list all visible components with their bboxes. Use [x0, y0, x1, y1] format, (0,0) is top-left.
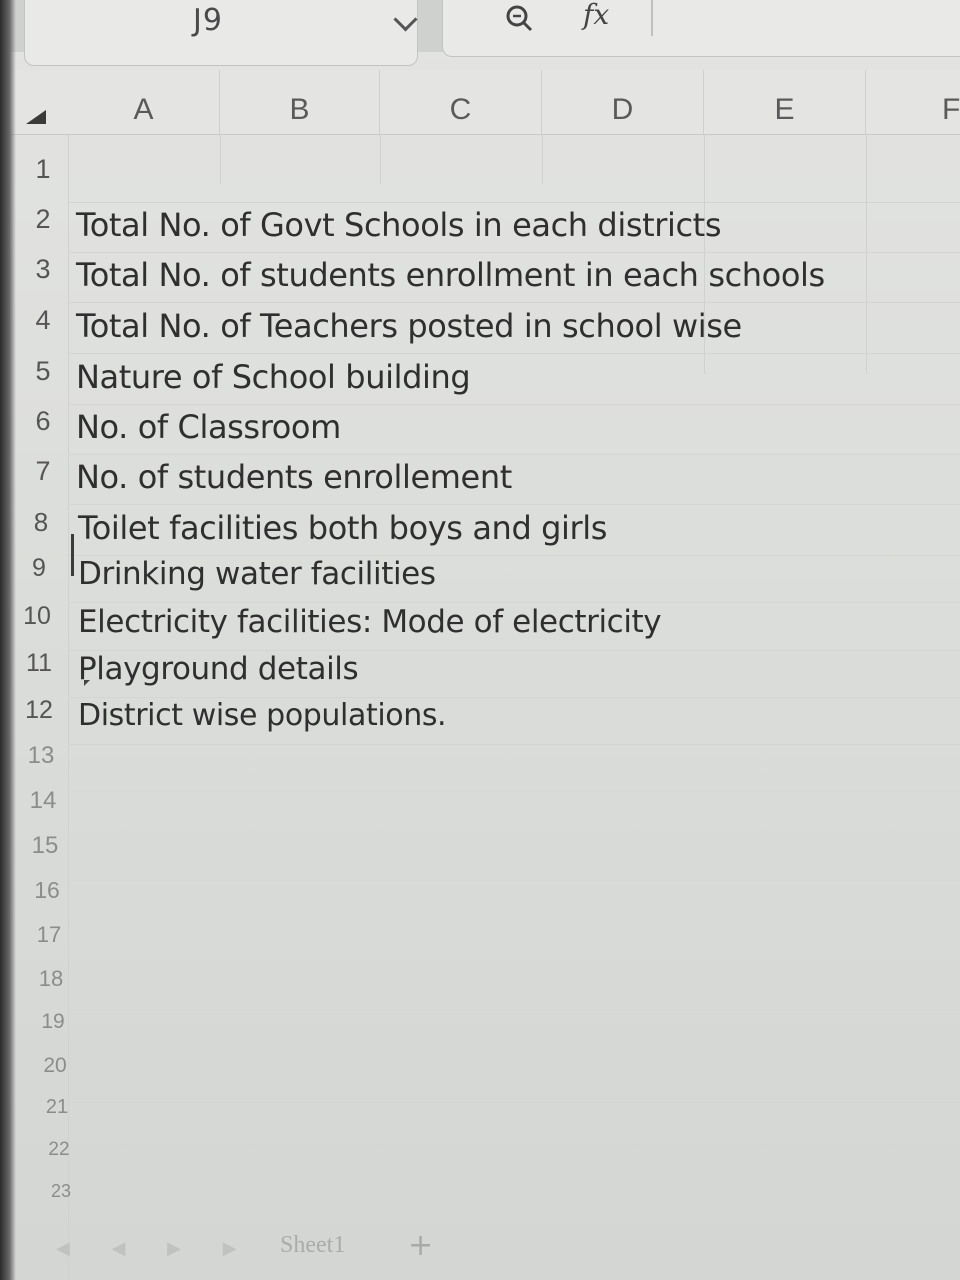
sheet-nav-arrows-icon[interactable]: ◀ ◀ ▶ ▶ [56, 1238, 255, 1259]
table-row[interactable]: 7 No. of students enrollement [0, 456, 960, 505]
column-header-c[interactable]: C [380, 70, 542, 134]
cell-a[interactable]: Drinking water facilities [78, 556, 436, 592]
column-header-f[interactable]: F [866, 70, 960, 134]
row-header[interactable]: 13 [16, 742, 66, 770]
grid-line [68, 302, 960, 303]
row-header[interactable]: 8 [16, 507, 66, 538]
row-header[interactable]: 5 [18, 356, 68, 387]
table-row[interactable]: 15 [0, 832, 960, 881]
row-header[interactable]: 4 [18, 305, 68, 336]
function-icon[interactable]: fx [583, 0, 609, 31]
cell-grid[interactable]: 1 2 Total No. of Govt Schools in each dist… [0, 134, 960, 1280]
row-header[interactable]: 22 [34, 1139, 84, 1161]
grid-line [68, 504, 960, 505]
cell-a[interactable]: Toilet facilities both boys and girls [78, 509, 607, 547]
column-header-row: A B C D E F [0, 70, 960, 135]
row-header[interactable]: 2 [18, 204, 68, 235]
grid-line [68, 353, 960, 354]
screen-bezel [0, 0, 16, 1280]
column-header-b[interactable]: B [220, 70, 380, 134]
table-row[interactable]: 11 Playground details [0, 649, 960, 698]
table-row[interactable]: 8 Toilet facilities both boys and girls [0, 507, 960, 556]
row-header[interactable]: 21 [32, 1096, 82, 1119]
sheet-tab-bar: ◀ ◀ ▶ ▶ Sheet1 + [0, 1220, 960, 1280]
row-header[interactable]: 23 [36, 1181, 86, 1202]
grid-line [68, 454, 960, 455]
table-row[interactable]: 16 [0, 877, 960, 926]
row-header[interactable]: 15 [20, 832, 70, 860]
table-row[interactable]: 4 Total No. of Teachers posted in school … [0, 305, 960, 354]
grid-line [68, 202, 960, 203]
table-row[interactable]: 13 [0, 742, 960, 791]
row-header[interactable]: 19 [28, 1010, 78, 1034]
cell-a[interactable]: Total No. of Teachers posted in school w… [76, 307, 742, 345]
table-row[interactable]: 21 [0, 1096, 960, 1145]
table-row[interactable]: 17 [0, 922, 960, 971]
row-header[interactable]: 17 [24, 922, 74, 948]
formula-bar: J9 fx [0, 0, 960, 66]
cell-a[interactable]: District wise populations. [78, 698, 447, 733]
table-row[interactable]: 14 [0, 787, 960, 836]
row-header[interactable]: 16 [22, 877, 72, 904]
row-header[interactable]: 14 [18, 787, 68, 815]
row-header[interactable]: 12 [14, 696, 64, 725]
comment-indicator-icon [84, 680, 90, 686]
table-row[interactable]: 3 Total No. of students enrollment in eac… [0, 254, 960, 303]
sheet-tab-sheet1[interactable]: Sheet1 [280, 1232, 345, 1259]
cell-a[interactable]: Electricity facilities: Mode of electric… [78, 604, 662, 640]
cell-a[interactable]: Total No. of Govt Schools in each distri… [76, 206, 722, 244]
table-row[interactable]: 19 [0, 1010, 960, 1059]
zoom-icon[interactable] [505, 4, 533, 32]
row-header[interactable]: 6 [18, 406, 68, 437]
add-sheet-button[interactable]: + [408, 1228, 433, 1263]
row-header[interactable]: 7 [18, 456, 68, 487]
column-header-a[interactable]: A [68, 70, 220, 134]
grid-line [68, 404, 960, 405]
table-row[interactable]: 20 [0, 1054, 960, 1103]
row-header[interactable]: 3 [18, 254, 68, 285]
active-cell-cursor [71, 534, 74, 576]
formula-input[interactable]: fx [442, 0, 960, 57]
table-row[interactable]: 9 Drinking water facilities [0, 554, 960, 603]
table-row[interactable]: 5 Nature of School building [0, 356, 960, 405]
row-header[interactable]: 20 [30, 1054, 80, 1078]
grid-line [68, 252, 960, 253]
table-row[interactable]: 1 [0, 154, 960, 203]
name-box-value: J9 [193, 3, 223, 38]
cell-a[interactable]: Nature of School building [76, 358, 471, 396]
formula-divider [651, 0, 653, 36]
cell-a[interactable]: No. of students enrollement [76, 458, 512, 496]
select-all-icon[interactable] [26, 110, 46, 124]
row-header[interactable]: 18 [26, 966, 76, 992]
cell-a[interactable]: Total No. of students enrollment in each… [76, 256, 825, 294]
chevron-down-icon[interactable] [393, 7, 418, 32]
table-row[interactable]: 2 Total No. of Govt Schools in each distr… [0, 204, 960, 253]
row-header[interactable]: 1 [18, 154, 68, 185]
column-header-d[interactable]: D [542, 70, 704, 134]
row-header[interactable]: 11 [14, 649, 64, 678]
table-row[interactable]: 18 [0, 966, 960, 1015]
name-box[interactable]: J9 [24, 0, 418, 66]
table-row[interactable]: 12 District wise populations. [0, 696, 960, 745]
row-header[interactable]: 10 [12, 602, 62, 631]
column-header-e[interactable]: E [704, 70, 866, 134]
spreadsheet-window: J9 fx A B C D E F 1 2 Total No. of Govt Sc… [0, 0, 960, 1280]
cell-a[interactable]: Playground details [78, 651, 359, 687]
cell-a[interactable]: No. of Classroom [76, 408, 341, 446]
table-row[interactable]: 10 Electricity facilities: Mode of electr… [0, 602, 960, 651]
table-row[interactable]: 22 [0, 1139, 960, 1188]
table-row[interactable]: 6 No. of Classroom [0, 406, 960, 455]
row-header[interactable]: 9 [14, 554, 64, 583]
